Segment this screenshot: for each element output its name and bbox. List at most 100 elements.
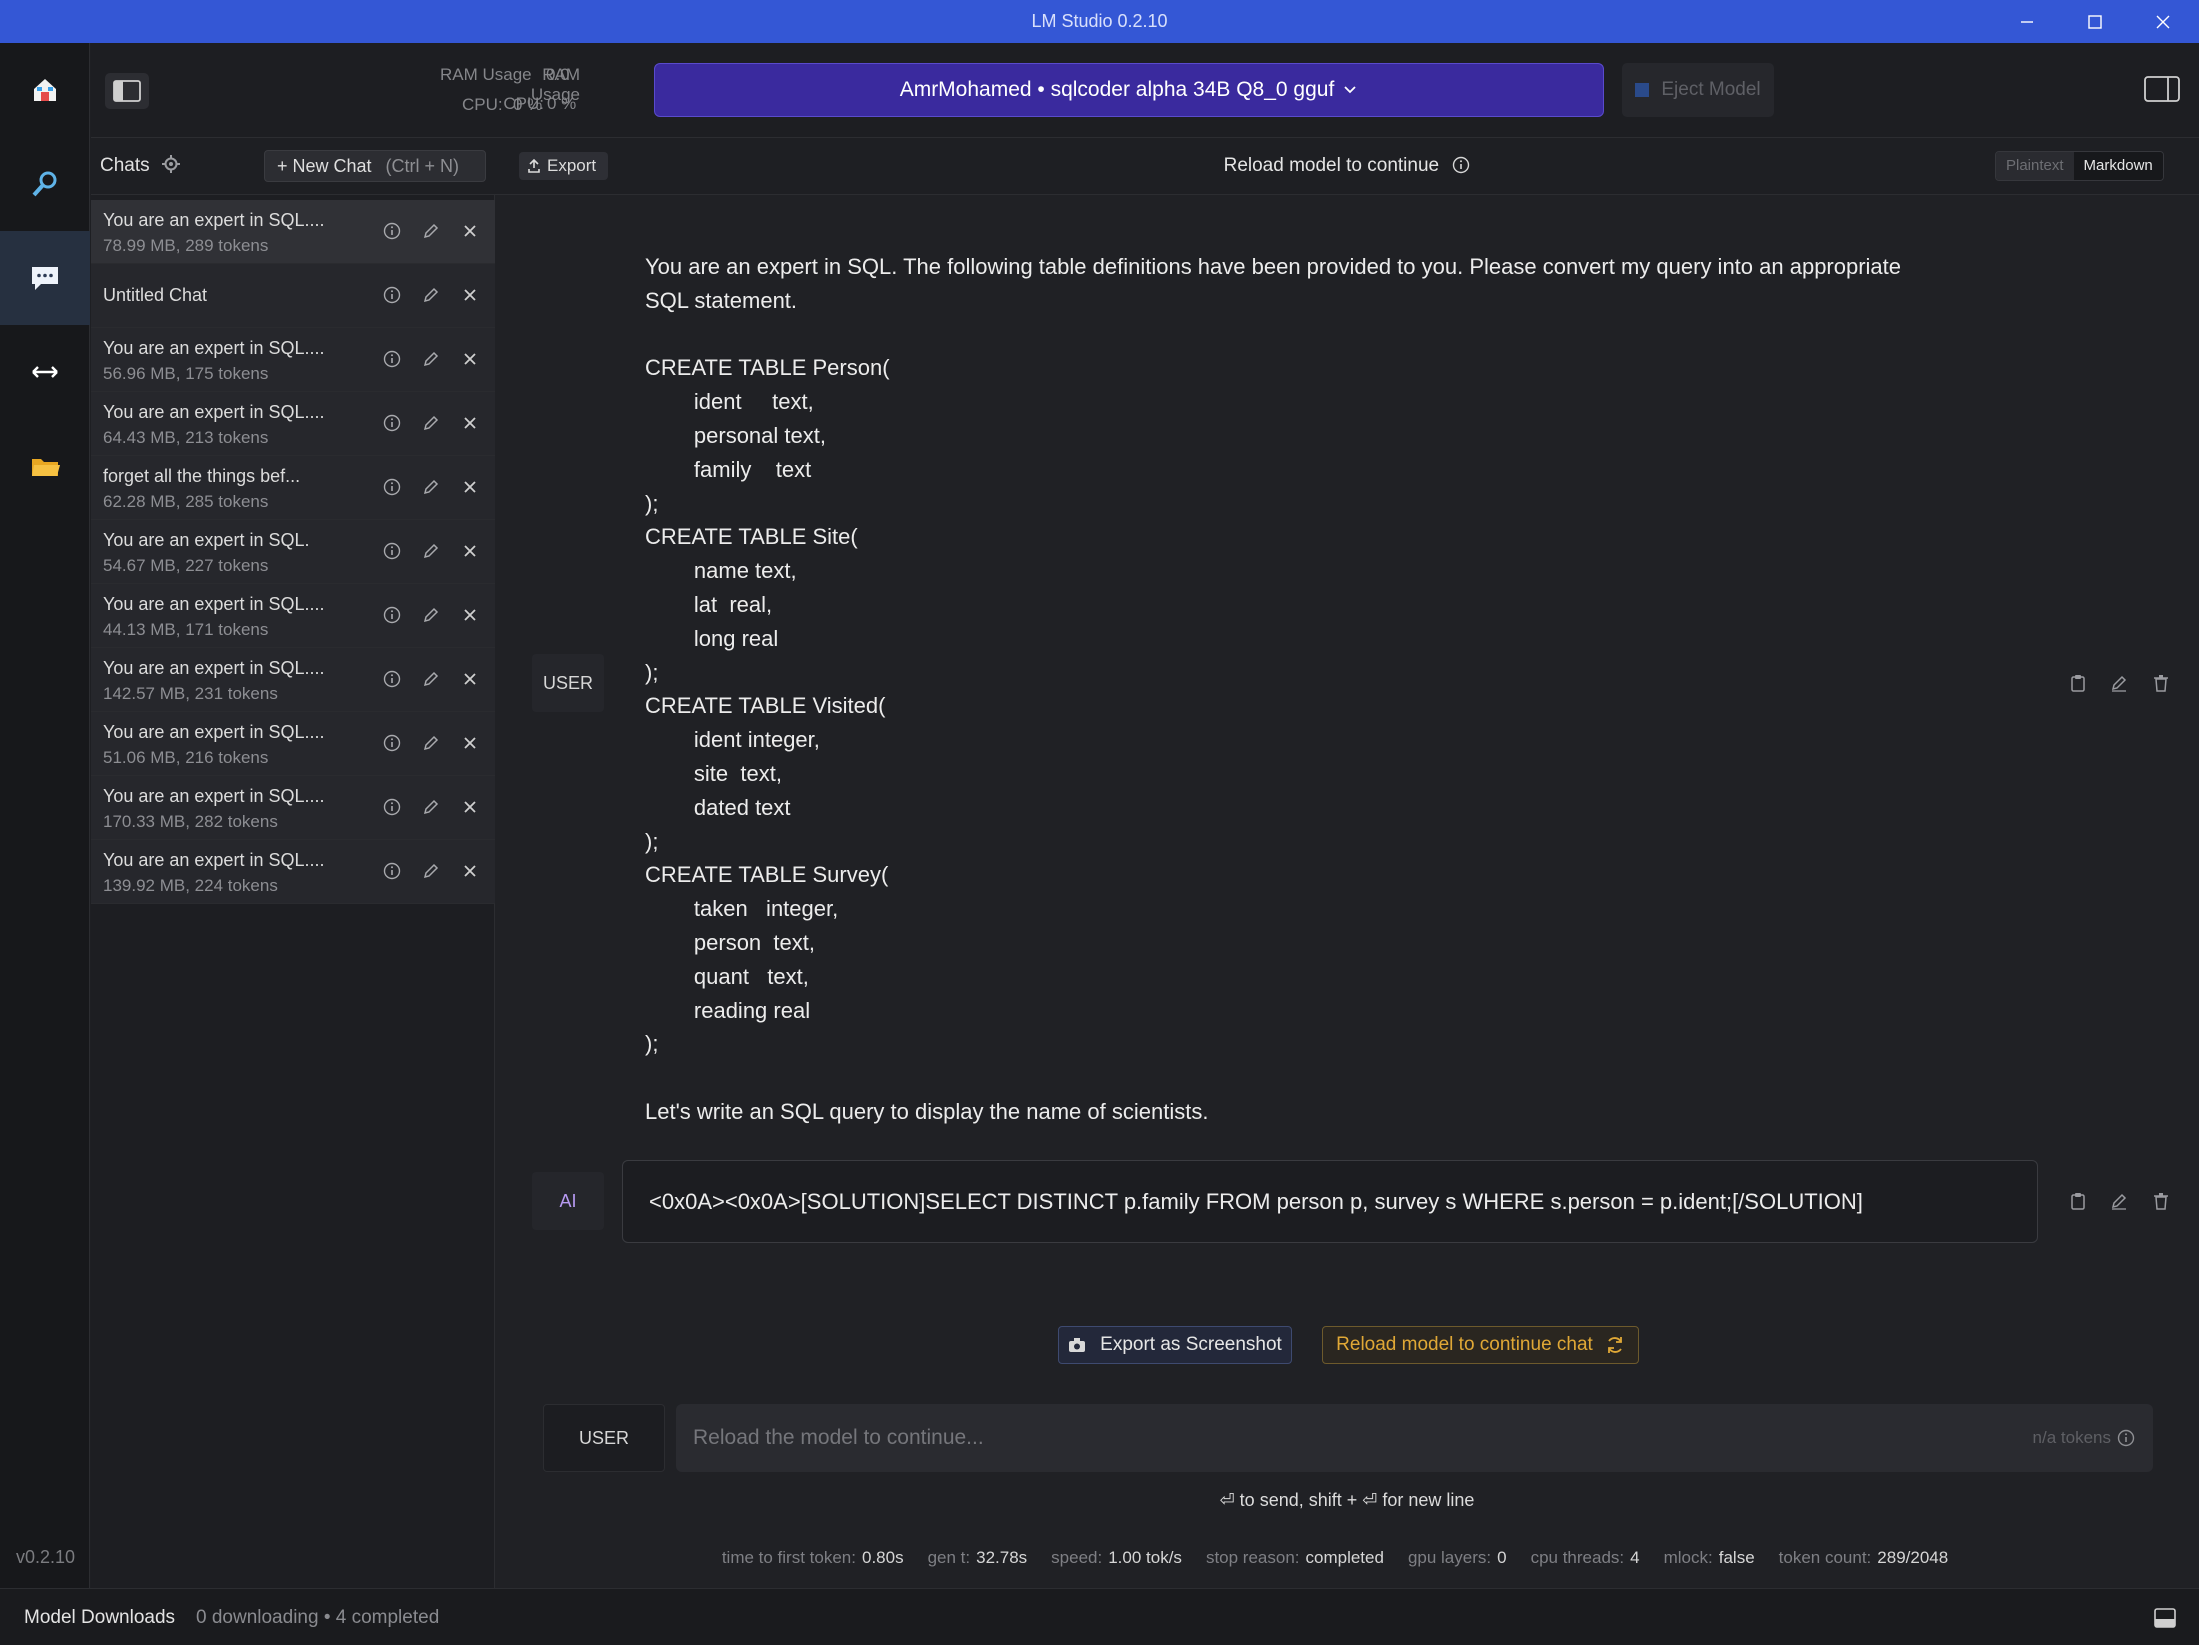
close-window-button[interactable]	[2130, 0, 2196, 43]
chat-info-button[interactable]	[379, 666, 405, 692]
chat-info-button[interactable]	[379, 410, 405, 436]
edit-icon	[423, 287, 439, 303]
ram-usage-value: 0.0	[546, 65, 570, 84]
chat-delete-button[interactable]	[457, 794, 483, 820]
info-icon	[383, 542, 401, 560]
chat-list-item[interactable]: You are an expert in SQL.... 56.96 MB, 17…	[91, 328, 495, 392]
model-selector[interactable]: AmrMohamed • sqlcoder alpha 34B Q8_0 ggu…	[654, 63, 1604, 117]
chat-delete-button[interactable]	[457, 538, 483, 564]
chat-list-item[interactable]: You are an expert in SQL.... 170.33 MB, 2…	[91, 776, 495, 840]
chat-rename-button[interactable]	[418, 730, 444, 756]
new-chat-button[interactable]: + New Chat (Ctrl + N)	[264, 150, 486, 182]
user-message-line: name text,	[645, 558, 797, 584]
cpu-percent: 0 %	[513, 95, 543, 114]
chat-delete-button[interactable]	[457, 474, 483, 500]
delete-ai-message-button[interactable]	[2149, 1189, 2173, 1213]
edit-ai-message-button[interactable]	[2107, 1189, 2131, 1213]
close-icon	[464, 609, 476, 621]
copy-ai-message-button[interactable]	[2066, 1189, 2090, 1213]
delete-message-button[interactable]	[2149, 671, 2173, 695]
close-icon	[464, 289, 476, 301]
chat-list-item[interactable]: You are an expert in SQL.... 142.57 MB, 2…	[91, 648, 495, 712]
markdown-toggle[interactable]: Markdown	[2073, 152, 2163, 180]
rail-folder-button[interactable]	[0, 419, 90, 513]
format-toggle: Plaintext Markdown	[1995, 151, 2164, 181]
chat-rename-button[interactable]	[418, 410, 444, 436]
rail-home-button[interactable]	[0, 43, 90, 137]
export-screenshot-button[interactable]: Export as Screenshot	[1058, 1326, 1292, 1364]
info-icon	[383, 414, 401, 432]
close-icon	[464, 865, 476, 877]
chat-rename-button[interactable]	[418, 858, 444, 884]
clipboard-icon	[2071, 1193, 2085, 1210]
chat-info-button[interactable]	[379, 218, 405, 244]
user-message-line: reading real	[645, 997, 811, 1023]
chat-info-button[interactable]	[379, 794, 405, 820]
toggle-right-panel-button[interactable]	[2144, 75, 2180, 103]
sidebar-header	[91, 43, 495, 138]
trash-icon	[2154, 1193, 2168, 1210]
chat-rename-button[interactable]	[418, 218, 444, 244]
chat-list-item[interactable]: You are an expert in SQL.... 44.13 MB, 17…	[91, 584, 495, 648]
rail-chat-button[interactable]	[0, 231, 90, 325]
chat-delete-button[interactable]	[457, 410, 483, 436]
user-message-line: );	[645, 490, 659, 516]
chat-info-button[interactable]	[379, 282, 405, 308]
model-downloads-button[interactable]: Model Downloads	[24, 1607, 175, 1629]
chat-list-item[interactable]: You are an expert in SQL.... 64.43 MB, 21…	[91, 392, 495, 456]
chat-rename-button[interactable]	[418, 282, 444, 308]
chat-list-item[interactable]: You are an expert in SQL.... 51.06 MB, 21…	[91, 712, 495, 776]
chat-list-item[interactable]: You are an expert in SQL.... 139.92 MB, 2…	[91, 840, 495, 904]
chat-info-button[interactable]	[379, 538, 405, 564]
chat-info-button[interactable]	[379, 346, 405, 372]
chat-delete-button[interactable]	[457, 730, 483, 756]
edit-message-button[interactable]	[2107, 671, 2131, 695]
chats-settings-button[interactable]	[161, 154, 181, 179]
chat-delete-button[interactable]	[457, 346, 483, 372]
chat-delete-button[interactable]	[457, 858, 483, 884]
rail-search-button[interactable]	[0, 137, 90, 231]
chat-list-item[interactable]: Untitled Chat	[91, 264, 495, 328]
toggle-sidebar-button[interactable]	[105, 73, 149, 109]
close-icon	[464, 353, 476, 365]
maximize-button[interactable]	[2062, 0, 2128, 43]
chat-list-item[interactable]: forget all the things bef... 62.28 MB, 28…	[91, 456, 495, 520]
chat-meta: 64.43 MB, 213 tokens	[103, 428, 269, 447]
copy-message-button[interactable]	[2066, 671, 2090, 695]
user-message-line: dated text	[645, 794, 791, 820]
chat-meta: 62.28 MB, 285 tokens	[103, 492, 269, 511]
chat-delete-button[interactable]	[457, 282, 483, 308]
user-message-line	[645, 1061, 2025, 1095]
stat-value: 0.80s	[861, 1548, 904, 1567]
chat-rename-button[interactable]	[418, 474, 444, 500]
chat-delete-button[interactable]	[457, 602, 483, 628]
chat-rename-button[interactable]	[418, 602, 444, 628]
plaintext-toggle[interactable]: Plaintext	[1996, 152, 2074, 180]
close-icon	[464, 673, 476, 685]
chat-info-button[interactable]	[379, 602, 405, 628]
chat-list-item[interactable]: You are an expert in SQL.... 78.99 MB, 28…	[91, 200, 495, 264]
message-input[interactable]: Reload the model to continue... n/a toke…	[676, 1404, 2153, 1472]
chat-rename-button[interactable]	[418, 794, 444, 820]
edit-icon	[2111, 1193, 2127, 1210]
chat-delete-button[interactable]	[457, 666, 483, 692]
info-icon	[383, 606, 401, 624]
chat-info-button[interactable]	[379, 474, 405, 500]
chat-rename-button[interactable]	[418, 666, 444, 692]
rail-server-button[interactable]	[0, 325, 90, 419]
minimize-button[interactable]	[1994, 0, 2060, 43]
camera-icon	[1069, 1338, 1086, 1352]
chat-rename-button[interactable]	[418, 346, 444, 372]
chat-delete-button[interactable]	[457, 218, 483, 244]
chat-list-item[interactable]: You are an expert in SQL. 54.67 MB, 227 t…	[91, 520, 495, 584]
chat-rename-button[interactable]	[418, 538, 444, 564]
panel-bottom-icon[interactable]	[2154, 1608, 2176, 1628]
chat-info-button[interactable]	[379, 730, 405, 756]
user-message-line: CREATE TABLE Person(	[645, 355, 890, 381]
chat-title: You are an expert in SQL....	[103, 722, 325, 742]
stat-speed: speed: 1.00 tok/s	[1051, 1548, 1182, 1567]
eject-model-button[interactable]: Eject Model	[1622, 63, 1774, 117]
composer-role-badge[interactable]: USER	[543, 1404, 665, 1472]
reload-model-chat-button[interactable]: Reload model to continue chat	[1322, 1326, 1639, 1364]
chat-info-button[interactable]	[379, 858, 405, 884]
